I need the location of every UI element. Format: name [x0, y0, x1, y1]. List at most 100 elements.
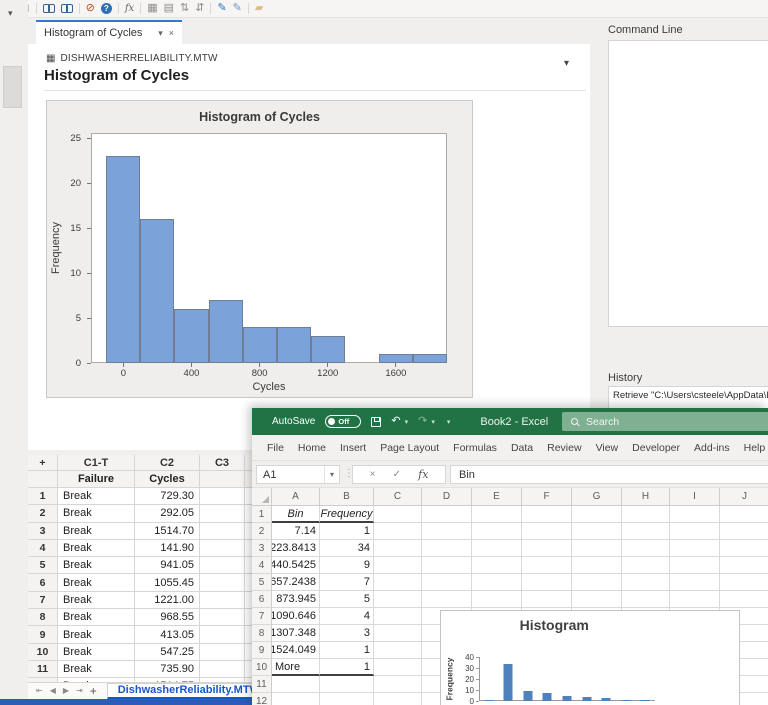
sheet-cell[interactable]	[720, 523, 768, 540]
name-box[interactable]: A1 ▾	[256, 465, 340, 484]
output-options-dropdown-icon[interactable]: ▾	[564, 58, 569, 69]
sheet-cell[interactable]: 1307.348	[272, 625, 320, 642]
column-header-c[interactable]: C	[374, 488, 422, 506]
sheet-cell[interactable]: 873.945	[272, 591, 320, 608]
worksheet-corner-cell[interactable]: +	[28, 455, 58, 471]
sheet-cell[interactable]: 1	[320, 642, 374, 659]
sheet-cell[interactable]	[670, 557, 720, 574]
sheet-cell[interactable]	[374, 506, 422, 523]
tab-close-icon[interactable]: ×	[169, 28, 174, 38]
sheet-cell[interactable]	[472, 506, 522, 523]
ribbon-tab-page-layout[interactable]: Page Layout	[373, 442, 446, 454]
sheet-cell[interactable]	[374, 693, 422, 705]
sheet-cell[interactable]	[374, 676, 422, 693]
column-header-d[interactable]: D	[422, 488, 472, 506]
name-box-dropdown-icon[interactable]: ▾	[323, 466, 339, 483]
sheet-cell[interactable]	[572, 557, 622, 574]
ribbon-tab-home[interactable]: Home	[291, 442, 333, 454]
sheet-cell[interactable]: 1524.049	[272, 642, 320, 659]
row-header-8[interactable]: 8	[252, 625, 272, 642]
worksheet-cell[interactable]	[245, 488, 252, 506]
histogram-bar[interactable]	[562, 695, 572, 701]
worksheet-row-number[interactable]: 9	[28, 626, 58, 644]
worksheet-row-number[interactable]: 7	[28, 591, 58, 610]
worksheet-cell[interactable]: 968.55	[135, 609, 200, 627]
row-header-11[interactable]: 11	[252, 676, 272, 693]
worksheet-cell[interactable]: 547.25	[135, 643, 200, 661]
worksheet-cell[interactable]: Break	[58, 505, 135, 523]
sheet-cell[interactable]	[572, 591, 622, 608]
histogram-bar[interactable]	[378, 354, 413, 363]
worksheet-cell[interactable]	[200, 626, 245, 644]
histogram-bar[interactable]	[242, 327, 277, 363]
worksheet-row-number[interactable]: 2	[28, 505, 58, 523]
ribbon-tab-formulas[interactable]: Formulas	[446, 442, 504, 454]
worksheet-cell[interactable]: 413.05	[135, 626, 200, 644]
edit-pencil-icon[interactable]: ✎	[217, 3, 226, 14]
column-header-g[interactable]: G	[572, 488, 622, 506]
worksheet-variable-name[interactable]: Failure	[58, 471, 135, 488]
sheet-cell[interactable]	[320, 693, 374, 705]
histogram-bar[interactable]	[310, 336, 345, 363]
sheet-cell[interactable]	[374, 642, 422, 659]
worksheet-column-header[interactable]: C3	[200, 455, 245, 471]
worksheet-row-number[interactable]: 8	[28, 609, 58, 627]
sheet-cell[interactable]	[472, 557, 522, 574]
sheet-cell[interactable]	[320, 676, 374, 693]
cancel-icon[interactable]: ⊘	[86, 3, 95, 14]
sheet-cell[interactable]: 7.14	[272, 523, 320, 540]
sheet-cell[interactable]	[720, 506, 768, 523]
sheet-cell[interactable]	[422, 591, 472, 608]
insert-function-icon[interactable]: fx	[418, 468, 428, 481]
sheet-cell[interactable]	[572, 506, 622, 523]
ribbon-tab-developer[interactable]: Developer	[625, 442, 687, 454]
histogram-bar[interactable]	[140, 218, 175, 363]
worksheet-cell[interactable]: Break	[58, 660, 135, 679]
insert-cells-icon[interactable]: ▦	[147, 3, 157, 14]
sheet-cell[interactable]: More	[272, 659, 320, 676]
add-worksheet-button[interactable]: +	[90, 685, 97, 697]
sheet-cell[interactable]	[522, 523, 572, 540]
excel-chart[interactable]: Histogram 010203040 Frequency 7.14223.84…	[440, 610, 740, 705]
sheet-cell[interactable]	[670, 540, 720, 557]
sheet-cell[interactable]: 5	[320, 591, 374, 608]
column-header-b[interactable]: B	[320, 488, 374, 506]
sheet-cell[interactable]	[720, 591, 768, 608]
worksheet-cell[interactable]	[245, 644, 252, 661]
worksheet-cell[interactable]: 292.05	[135, 505, 200, 523]
sheet-cell[interactable]	[622, 557, 670, 574]
worksheet-cell[interactable]	[245, 574, 252, 592]
worksheet-cell[interactable]	[245, 523, 252, 540]
sheet-cell[interactable]	[720, 540, 768, 557]
histogram-bar[interactable]	[542, 693, 552, 701]
find-icon[interactable]	[42, 3, 55, 13]
sheet-cell[interactable]	[374, 523, 422, 540]
move-columns-icon[interactable]: ⇅	[180, 3, 189, 14]
sheet-cell[interactable]	[472, 591, 522, 608]
row-header-12[interactable]: 12	[252, 693, 272, 705]
worksheet-row-number[interactable]: 6	[28, 574, 58, 592]
sheet-cell[interactable]: Bin	[272, 506, 320, 523]
autosave-toggle[interactable]: Off	[325, 415, 362, 428]
sheet-cell[interactable]	[422, 540, 472, 557]
cancel-entry-icon[interactable]: ×	[370, 469, 376, 480]
worksheet-cell[interactable]: 1221.00	[135, 591, 200, 610]
insert-function-icon[interactable]: fx	[125, 3, 134, 14]
worksheet-column-header[interactable]: C1-T	[58, 455, 135, 471]
histogram-bar[interactable]	[640, 699, 650, 701]
sheet-cell[interactable]	[374, 608, 422, 625]
worksheet-cell[interactable]: Break	[58, 557, 135, 575]
undo-icon[interactable]: ↶	[391, 416, 400, 427]
command-line-input[interactable]	[608, 40, 768, 327]
histogram-bar[interactable]	[208, 300, 243, 363]
sheet-cell[interactable]	[374, 659, 422, 676]
redo-dropdown-icon[interactable]: ▾	[431, 418, 435, 426]
sheet-cell[interactable]	[522, 506, 572, 523]
sheet-cell[interactable]	[622, 523, 670, 540]
worksheet-cell[interactable]: Break	[58, 522, 135, 540]
ribbon-tab-insert[interactable]: Insert	[333, 442, 373, 454]
swap-columns-icon[interactable]: ⇵	[195, 3, 204, 14]
sheet-cell[interactable]	[572, 574, 622, 591]
sheet-cell[interactable]: 657.2438	[272, 574, 320, 591]
worksheet-variable-name[interactable]	[245, 471, 252, 488]
